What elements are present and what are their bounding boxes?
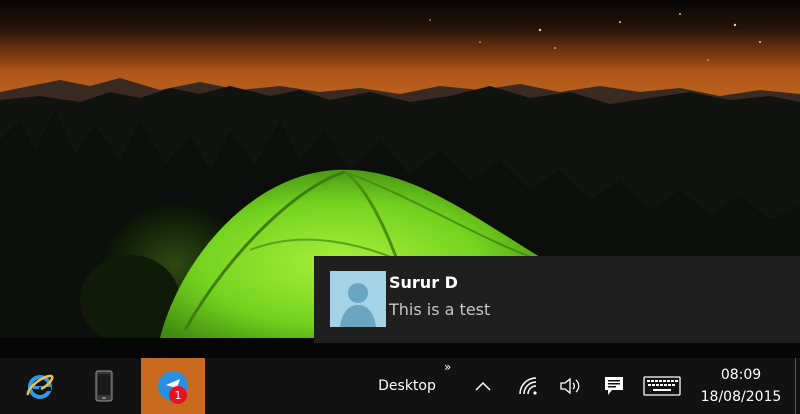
notification-center-icon [605,377,623,395]
notification-count-badge: 1 [169,386,187,404]
touch-keyboard-button[interactable] [640,358,684,414]
taskbar-app-internet-explorer[interactable] [14,358,66,414]
taskbar: Desktop » 08:09 18/08/2015 [0,358,800,414]
clock-date: 18/08/2015 [700,389,782,405]
toast-notification[interactable]: Surur D This is a test [314,256,800,343]
internet-explorer-icon [26,374,54,399]
clock-time: 08:09 [720,367,762,383]
keyboard-icon [643,376,681,396]
wifi-icon [519,377,537,395]
show-hidden-icons-button[interactable] [470,358,496,414]
toolbar-chevron-icon[interactable]: » [444,360,451,374]
desktop-screen: Surur D This is a test Desktop » 08:09 1… [0,0,800,414]
volume-button[interactable] [556,358,584,414]
notification-message: This is a test [389,300,491,319]
speaker-icon [560,377,580,395]
action-center-button[interactable] [600,358,628,414]
network-button[interactable] [514,358,542,414]
show-desktop-button[interactable] [795,358,800,414]
system-clock[interactable]: 08:09 18/08/2015 [694,364,788,410]
phone-icon [95,370,113,402]
chevron-up-icon [475,381,491,391]
avatar [330,271,386,327]
taskbar-app-phone[interactable] [78,358,130,414]
notification-sender: Surur D [389,273,458,292]
desktop-toolbar-label[interactable]: Desktop [370,358,444,414]
person-silhouette-icon [340,283,376,327]
